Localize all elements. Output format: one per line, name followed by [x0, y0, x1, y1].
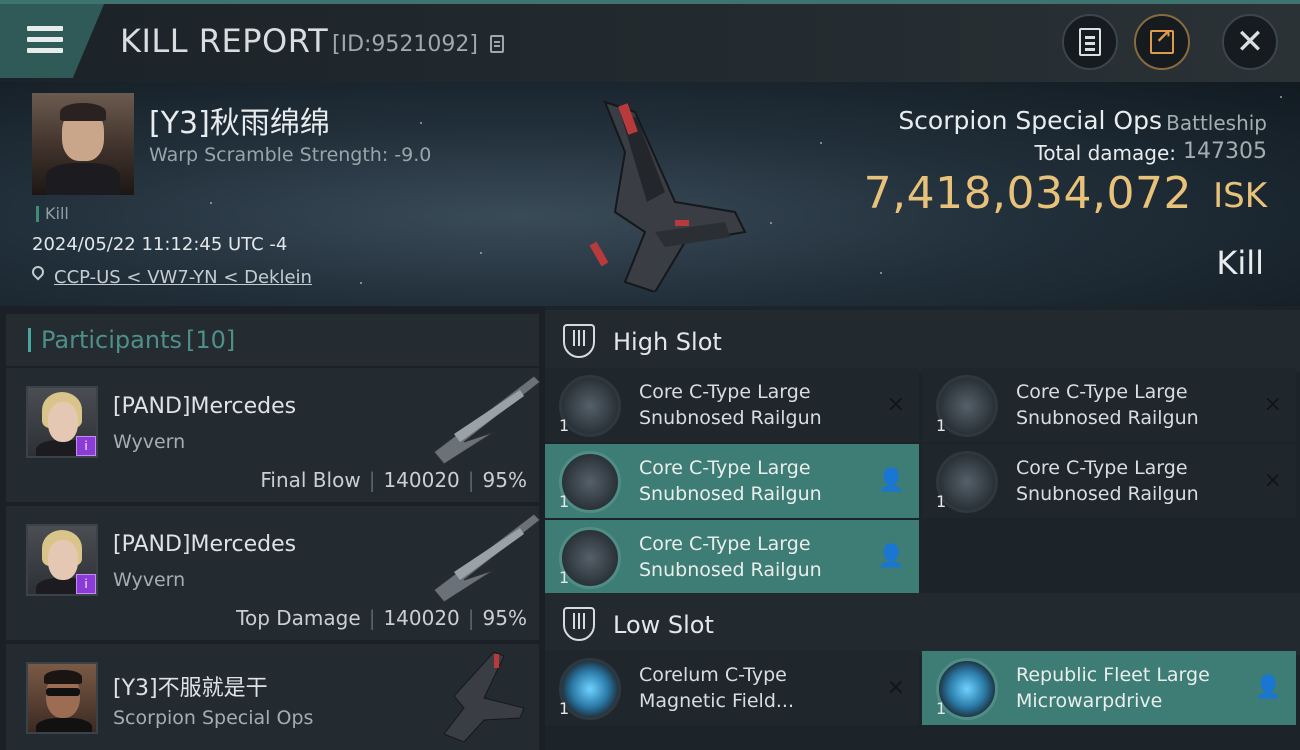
participant-stats: Top Damage | 140020 | 95%	[236, 606, 527, 630]
participant-name[interactable]: [Y3]不服就是干	[113, 670, 268, 702]
dropped-person-icon: 👤	[877, 468, 905, 493]
participant-damage: 140020	[383, 468, 460, 492]
victim-portrait[interactable]	[32, 93, 134, 195]
module-item[interactable]: 1 Core C-Type Large Snubnosed Railgun 👤	[545, 444, 919, 518]
victim-panel: [Y3]秋雨绵绵 Warp Scramble Strength: -9.0 Ki…	[0, 82, 1300, 306]
participant-percent: 95%	[482, 468, 527, 492]
page-title: KILL REPORT	[120, 22, 329, 60]
top-bar: KILL REPORT [ID:9521092] ✕	[0, 0, 1300, 82]
participant-ship-image	[433, 513, 541, 603]
menu-button[interactable]	[0, 4, 104, 78]
participant-card[interactable]: [Y3]不服就是干 Scorpion Special Ops	[6, 644, 539, 750]
close-button[interactable]: ✕	[1222, 14, 1278, 70]
destroyed-icon: ×	[1263, 468, 1282, 493]
destroyed-icon: ×	[886, 675, 905, 700]
participants-title: Participants	[41, 326, 182, 354]
victim-name[interactable]: [Y3]秋雨绵绵	[149, 98, 330, 142]
participants-count: [10]	[186, 326, 236, 354]
participant-role: Top Damage	[236, 606, 361, 630]
fitting-panel: High Slot 1 Core C-Type Large Snubnosed …	[545, 306, 1300, 750]
high-slot-title: High Slot	[613, 328, 722, 356]
location-link[interactable]: CCP-US < VW7-YN < Deklein	[54, 267, 312, 288]
avatar[interactable]	[26, 662, 98, 734]
participants-panel: Participants [10] i [PAND]Mercedes Wyver…	[0, 306, 545, 750]
dropped-person-icon: 👤	[1254, 675, 1282, 700]
share-icon	[1150, 24, 1174, 54]
module-item[interactable]: 1 Core C-Type Large Snubnosed Railgun ×	[922, 368, 1296, 442]
module-name: Core C-Type Large Snubnosed Railgun	[639, 533, 822, 581]
participant-stats: Final Blow | 140020 | 95%	[260, 468, 527, 492]
participant-name[interactable]: [PAND]Mercedes	[113, 394, 296, 419]
share-button[interactable]	[1134, 14, 1190, 70]
kill-tag: Kill	[36, 206, 69, 222]
module-qty: 1	[559, 568, 570, 587]
kill-result: Kill	[1216, 244, 1264, 282]
participant-card[interactable]: i [PAND]Mercedes Wyvern Top Damage | 14002…	[6, 506, 541, 640]
participant-ship: Scorpion Special Ops	[113, 707, 314, 729]
low-slot-title: Low Slot	[613, 611, 714, 639]
low-slot-icon	[563, 607, 595, 641]
module-name: Core C-Type Large Snubnosed Railgun	[1016, 457, 1199, 505]
destroyed-icon: ×	[886, 392, 905, 417]
module-qty: 1	[559, 416, 570, 435]
isk-unit: ISK	[1213, 176, 1267, 216]
location-pin-icon	[29, 263, 47, 281]
corp-badge-icon: i	[76, 436, 96, 456]
kill-datetime: 2024/05/22 11:12:45 UTC -4	[32, 234, 288, 255]
participant-percent: 95%	[482, 606, 527, 630]
high-slot-icon	[563, 324, 595, 358]
high-slot-header: High Slot	[545, 310, 1300, 372]
module-item[interactable]: 1 Core C-Type Large Snubnosed Railgun 👤	[545, 520, 919, 594]
victim-ship-class: Battleship	[1166, 111, 1267, 135]
module-qty: 1	[559, 699, 570, 718]
module-item[interactable]: 1 Republic Fleet Large Microwarpdrive 👤	[922, 651, 1296, 725]
module-name: Republic Fleet Large Microwarpdrive	[1016, 664, 1210, 712]
participant-ship: Wyvern	[113, 431, 186, 453]
corp-badge-icon: i	[76, 574, 96, 594]
kill-id: [ID:9521092]	[332, 32, 478, 57]
close-icon: ✕	[1235, 22, 1265, 62]
isk-value: 7,418,034,072	[863, 168, 1192, 219]
module-qty: 1	[936, 699, 947, 718]
participant-ship-image	[433, 375, 541, 465]
module-name: Core C-Type Large Snubnosed Railgun	[639, 457, 822, 505]
module-name: Core C-Type Large Snubnosed Railgun	[1016, 381, 1199, 429]
warp-scramble-strength: Warp Scramble Strength: -9.0	[149, 144, 432, 166]
module-name: Core C-Type Large Snubnosed Railgun	[639, 381, 822, 429]
participant-name[interactable]: [PAND]Mercedes	[113, 532, 296, 557]
module-qty: 1	[936, 416, 947, 435]
module-item[interactable]: 1 Core C-Type Large Snubnosed Railgun ×	[922, 444, 1296, 518]
participant-damage: 140020	[383, 606, 460, 630]
participant-card[interactable]: i [PAND]Mercedes Wyvern Final Blow | 14002…	[6, 368, 541, 502]
module-name: Corelum C-Type Magnetic Field...	[639, 664, 795, 712]
participant-ship-image	[443, 651, 525, 743]
victim-ship-image	[589, 100, 747, 292]
clipboard-icon	[1079, 28, 1101, 56]
module-item[interactable]: 1 Corelum C-Type Magnetic Field... ×	[545, 651, 919, 725]
module-item[interactable]: 1 Core C-Type Large Snubnosed Railgun ×	[545, 368, 919, 442]
participant-ship: Wyvern	[113, 569, 186, 591]
total-damage-label: Total damage:	[1034, 141, 1177, 165]
destroyed-icon: ×	[1263, 392, 1282, 417]
menu-icon	[27, 26, 63, 31]
clipboard-button[interactable]	[1062, 14, 1118, 70]
dropped-person-icon: 👤	[877, 544, 905, 569]
participant-role: Final Blow	[260, 468, 361, 492]
participants-header: Participants [10]	[6, 314, 539, 366]
module-qty: 1	[936, 492, 947, 511]
total-damage-value: 147305	[1183, 139, 1267, 164]
module-qty: 1	[559, 492, 570, 511]
copy-icon[interactable]	[490, 35, 504, 53]
victim-ship-name[interactable]: Scorpion Special Ops	[898, 106, 1162, 135]
low-slot-header: Low Slot	[545, 593, 1300, 655]
